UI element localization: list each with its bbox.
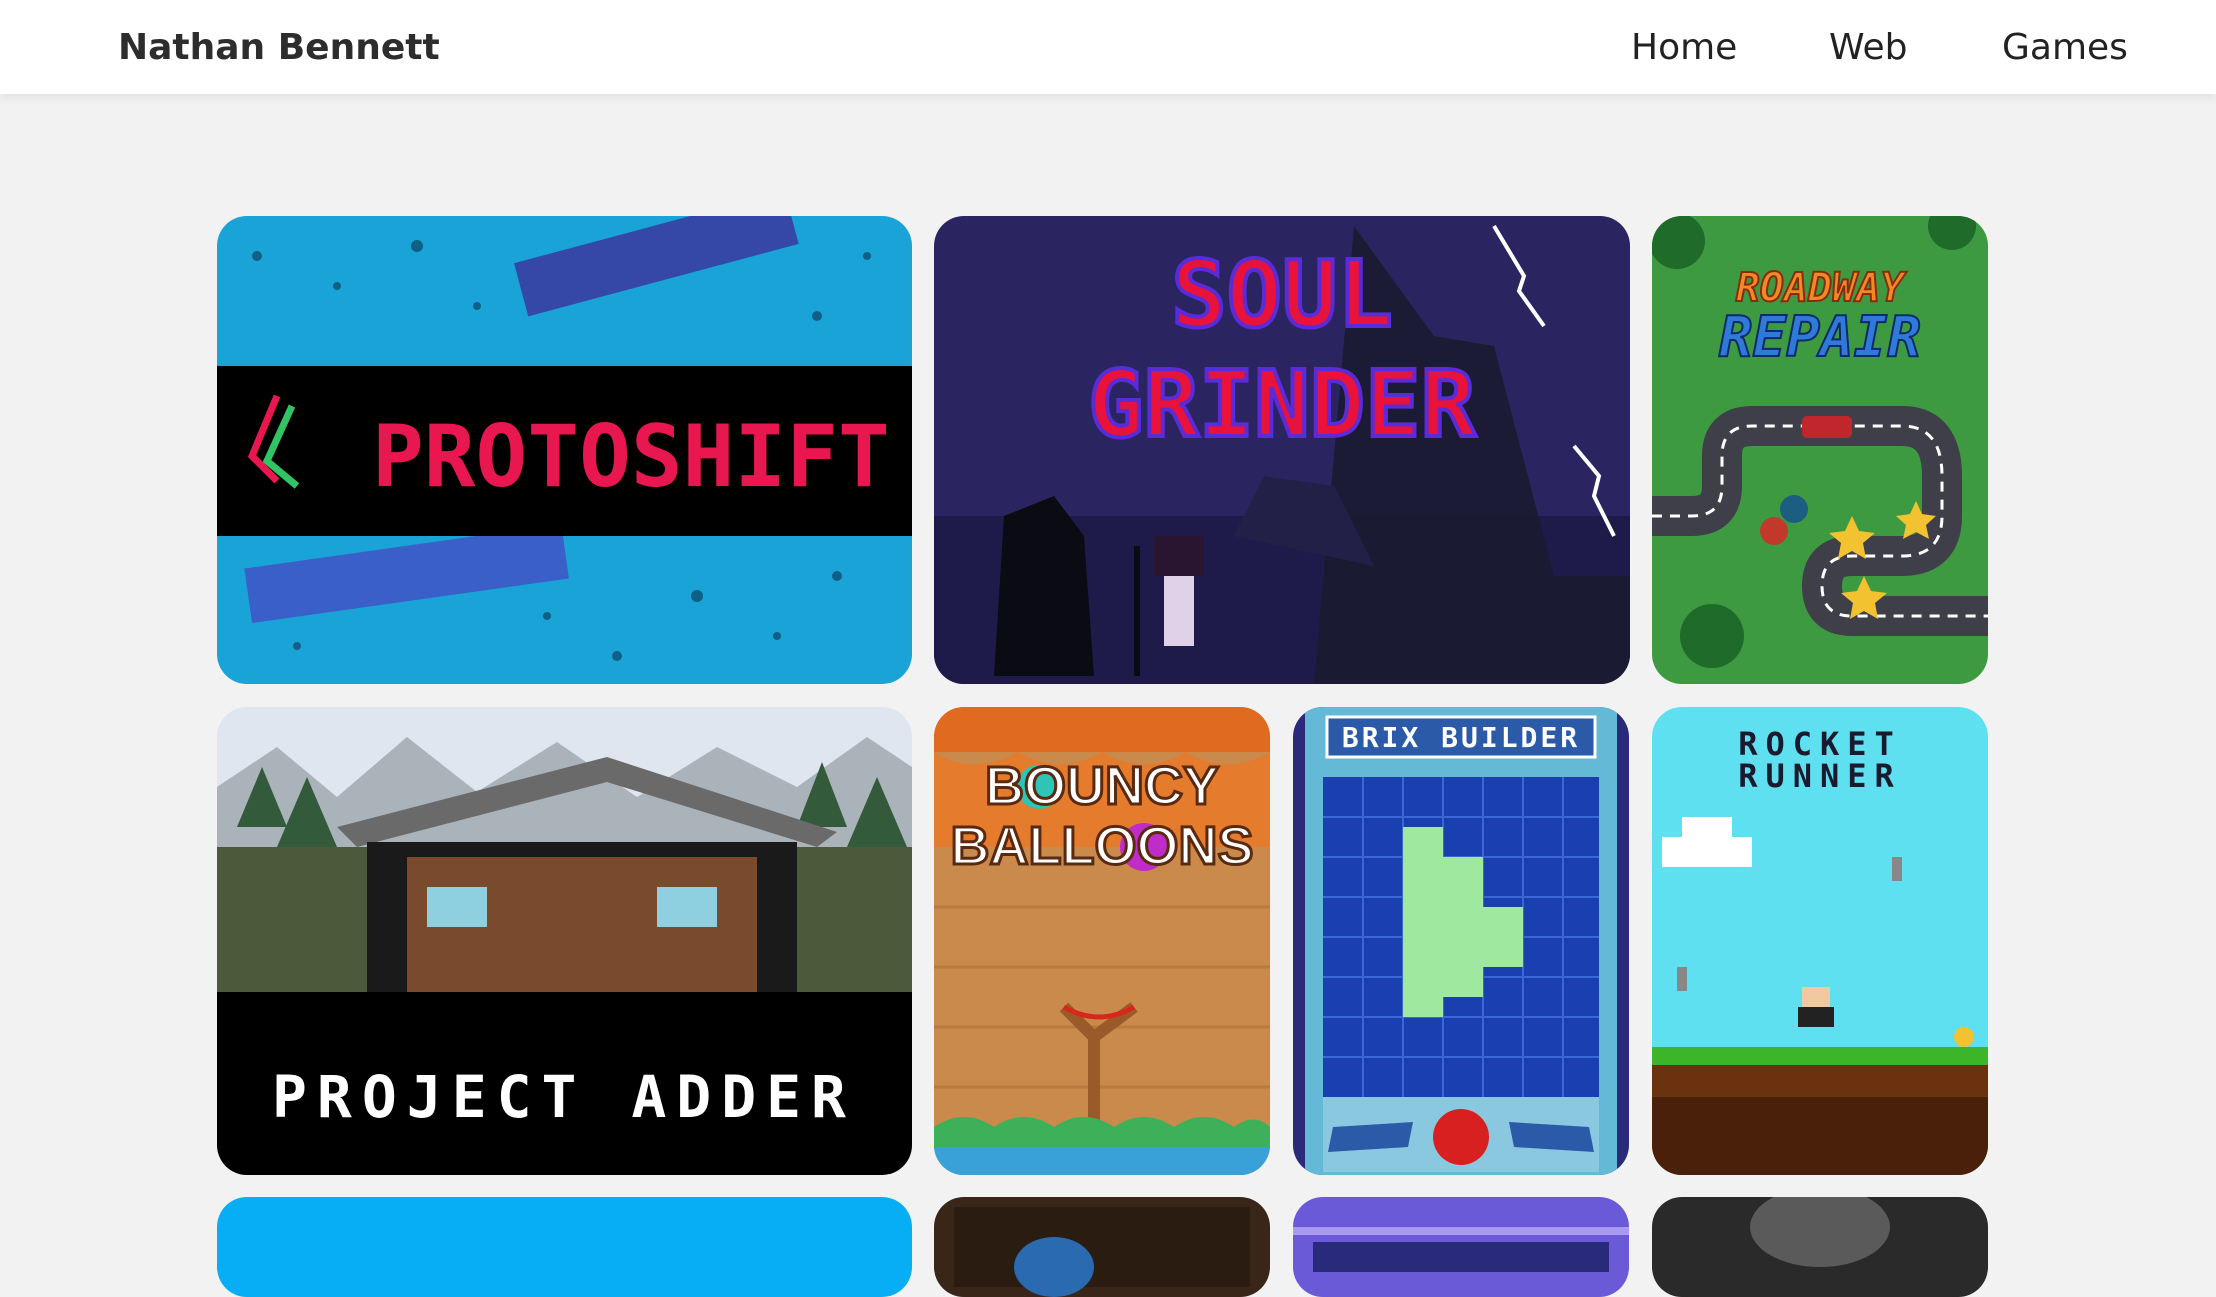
row3-thumbnail-4 — [1652, 1197, 1988, 1297]
soul-grinder-title-line2: GRINDER — [1088, 351, 1476, 458]
game-tile-protoshift[interactable]: PROTOSHIFT — [217, 216, 912, 684]
brix-builder-title: BRIX BUILDER — [1342, 721, 1580, 754]
protoshift-thumbnail: PROTOSHIFT — [217, 216, 912, 684]
rocket-runner-thumbnail: ROCKET RUNNER — [1652, 707, 1988, 1175]
nav-web[interactable]: Web — [1829, 27, 1908, 68]
project-adder-thumbnail: PROJECT ADDER — [217, 707, 912, 1175]
nav-games[interactable]: Games — [2002, 27, 2128, 68]
game-tile-row3-2[interactable] — [934, 1197, 1270, 1297]
game-tile-project-adder[interactable]: PROJECT ADDER — [217, 707, 912, 1175]
game-tile-row3-1[interactable] — [217, 1197, 912, 1297]
protoshift-title: PROTOSHIFT — [372, 407, 890, 507]
soul-grinder-thumbnail: SOUL GRINDER — [934, 216, 1630, 684]
row3-thumbnail-2 — [934, 1197, 1270, 1297]
bouncy-balloons-title-line1: BOUNCY — [985, 756, 1219, 816]
bouncy-balloons-title-line2: BALLOONS — [951, 816, 1254, 876]
project-adder-title: PROJECT ADDER — [272, 1063, 856, 1131]
roadway-repair-thumbnail: ROADWAY REPAIR — [1652, 216, 1988, 684]
soul-grinder-title-line1: SOUL — [1171, 241, 1393, 348]
bouncy-balloons-thumbnail: BOUNCY BALLOONS — [934, 707, 1270, 1175]
top-navbar: Nathan Bennett Home Web Games — [0, 0, 2216, 94]
game-tile-soul-grinder[interactable]: SOUL GRINDER — [934, 216, 1630, 684]
game-tile-brix-builder[interactable]: BRIX BUILDER — [1293, 707, 1629, 1175]
brix-builder-thumbnail: BRIX BUILDER — [1293, 707, 1629, 1175]
nav-home[interactable]: Home — [1631, 27, 1737, 68]
game-tile-roadway-repair[interactable]: ROADWAY REPAIR — [1652, 216, 1988, 684]
game-tile-row3-4[interactable] — [1652, 1197, 1988, 1297]
game-tile-row3-3[interactable] — [1293, 1197, 1629, 1297]
row3-thumbnail-1 — [217, 1197, 912, 1297]
game-tile-rocket-runner[interactable]: ROCKET RUNNER — [1652, 707, 1988, 1175]
rocket-runner-title-line2: RUNNER — [1738, 757, 1902, 795]
game-tile-bouncy-balloons[interactable]: BOUNCY BALLOONS — [934, 707, 1270, 1175]
row3-thumbnail-3 — [1293, 1197, 1629, 1297]
brand-link[interactable]: Nathan Bennett — [118, 27, 440, 68]
roadway-repair-title-line2: REPAIR — [1719, 305, 1921, 370]
